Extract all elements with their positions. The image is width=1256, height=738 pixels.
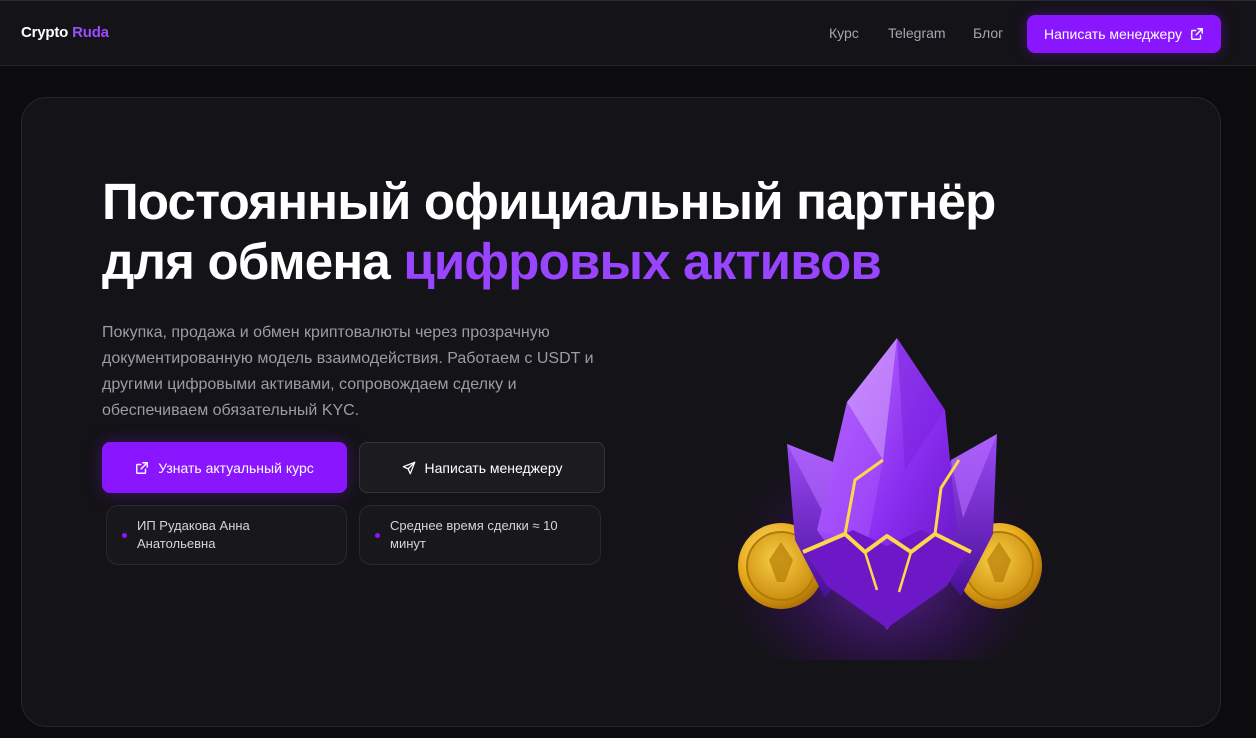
- logo[interactable]: Crypto Ruda: [21, 24, 109, 41]
- write-manager-header-label: Написать менеджеру: [1044, 26, 1182, 42]
- logo-word-crypto: Crypto: [21, 24, 69, 41]
- write-manager-button[interactable]: Написать менеджеру: [359, 442, 605, 493]
- info-card-deal-time-text: Среднее время сделки ≈ 10 минут: [390, 518, 558, 551]
- top-navigation-bar: Crypto Ruda Курс Telegram Блог Написать …: [0, 0, 1256, 66]
- info-card-deal-time: Среднее время сделки ≈ 10 минут: [359, 505, 601, 565]
- write-manager-header-button[interactable]: Написать менеджеру: [1027, 15, 1221, 53]
- bullet-dot-icon: [122, 532, 127, 538]
- nav-link-telegram[interactable]: Telegram: [888, 25, 946, 41]
- crystal-coins-illustration: [705, 320, 1065, 690]
- info-card-owner-text: ИП Рудакова Анна Анатольевна: [137, 518, 250, 551]
- write-manager-label: Написать менеджеру: [424, 459, 563, 476]
- nav-link-blog[interactable]: Блог: [973, 25, 1003, 41]
- hero-description: Покупка, продажа и обмен криптовалюты че…: [102, 324, 594, 419]
- send-icon: [402, 461, 416, 475]
- external-link-icon: [135, 461, 149, 475]
- hero-title-line2: для обмена: [102, 233, 404, 290]
- external-link-icon: [1190, 27, 1204, 41]
- hero-title-line1: Постоянный официальный партнёр: [102, 173, 996, 230]
- get-rate-label: Узнать актуальный курс: [158, 459, 314, 476]
- bullet-dot-icon: [375, 532, 380, 538]
- get-rate-button[interactable]: Узнать актуальный курс: [102, 442, 347, 493]
- hero-title: Постоянный официальный партнёр для обмен…: [102, 172, 1082, 292]
- nav-link-kurs[interactable]: Курс: [829, 25, 859, 41]
- info-card-owner: ИП Рудакова Анна Анатольевна: [106, 505, 347, 565]
- logo-word-ruda: Ruda: [72, 24, 109, 41]
- hero-title-accent: цифровых активов: [403, 233, 881, 290]
